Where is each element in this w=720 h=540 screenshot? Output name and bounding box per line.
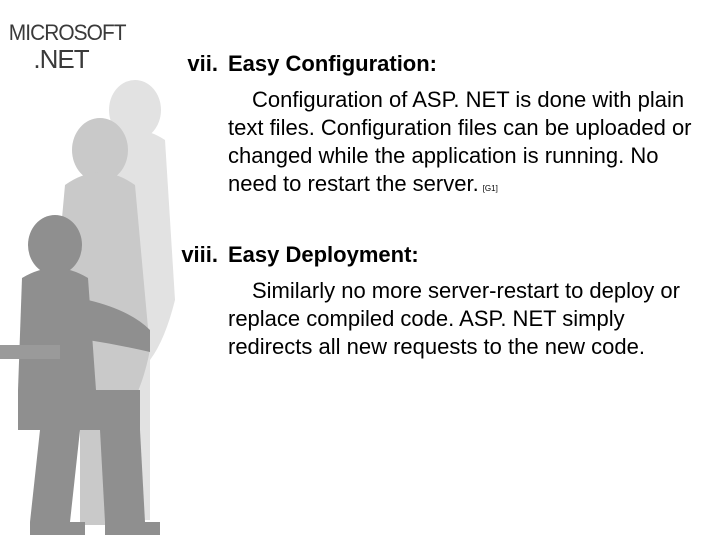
citation: [G1] xyxy=(483,184,498,193)
item-marker: viii. xyxy=(160,241,228,269)
item-body: Similarly no more server-restart to depl… xyxy=(228,277,700,366)
logo-line1: MICROSOFT xyxy=(9,22,114,44)
item-heading: Easy Configuration: xyxy=(228,50,437,78)
item-marker: vii. xyxy=(160,50,228,78)
list-item: viii. Easy Deployment: Similarly no more… xyxy=(160,241,700,366)
microsoft-dotnet-logo: MICROSOFT .NET xyxy=(6,22,116,72)
logo-line2: .NET xyxy=(6,46,116,72)
item-body: Configuration of ASP. NET is done with p… xyxy=(228,86,700,203)
slide: MICROSOFT .NET vii. Easy Configuration: … xyxy=(0,0,720,540)
list-item: vii. Easy Configuration: Configuration o… xyxy=(160,50,700,203)
item-body-text: Configuration of ASP. NET is done with p… xyxy=(228,87,692,196)
item-heading: Easy Deployment: xyxy=(228,241,419,269)
item-body-text: Similarly no more server-restart to depl… xyxy=(228,278,680,359)
content-list: vii. Easy Configuration: Configuration o… xyxy=(160,50,700,404)
